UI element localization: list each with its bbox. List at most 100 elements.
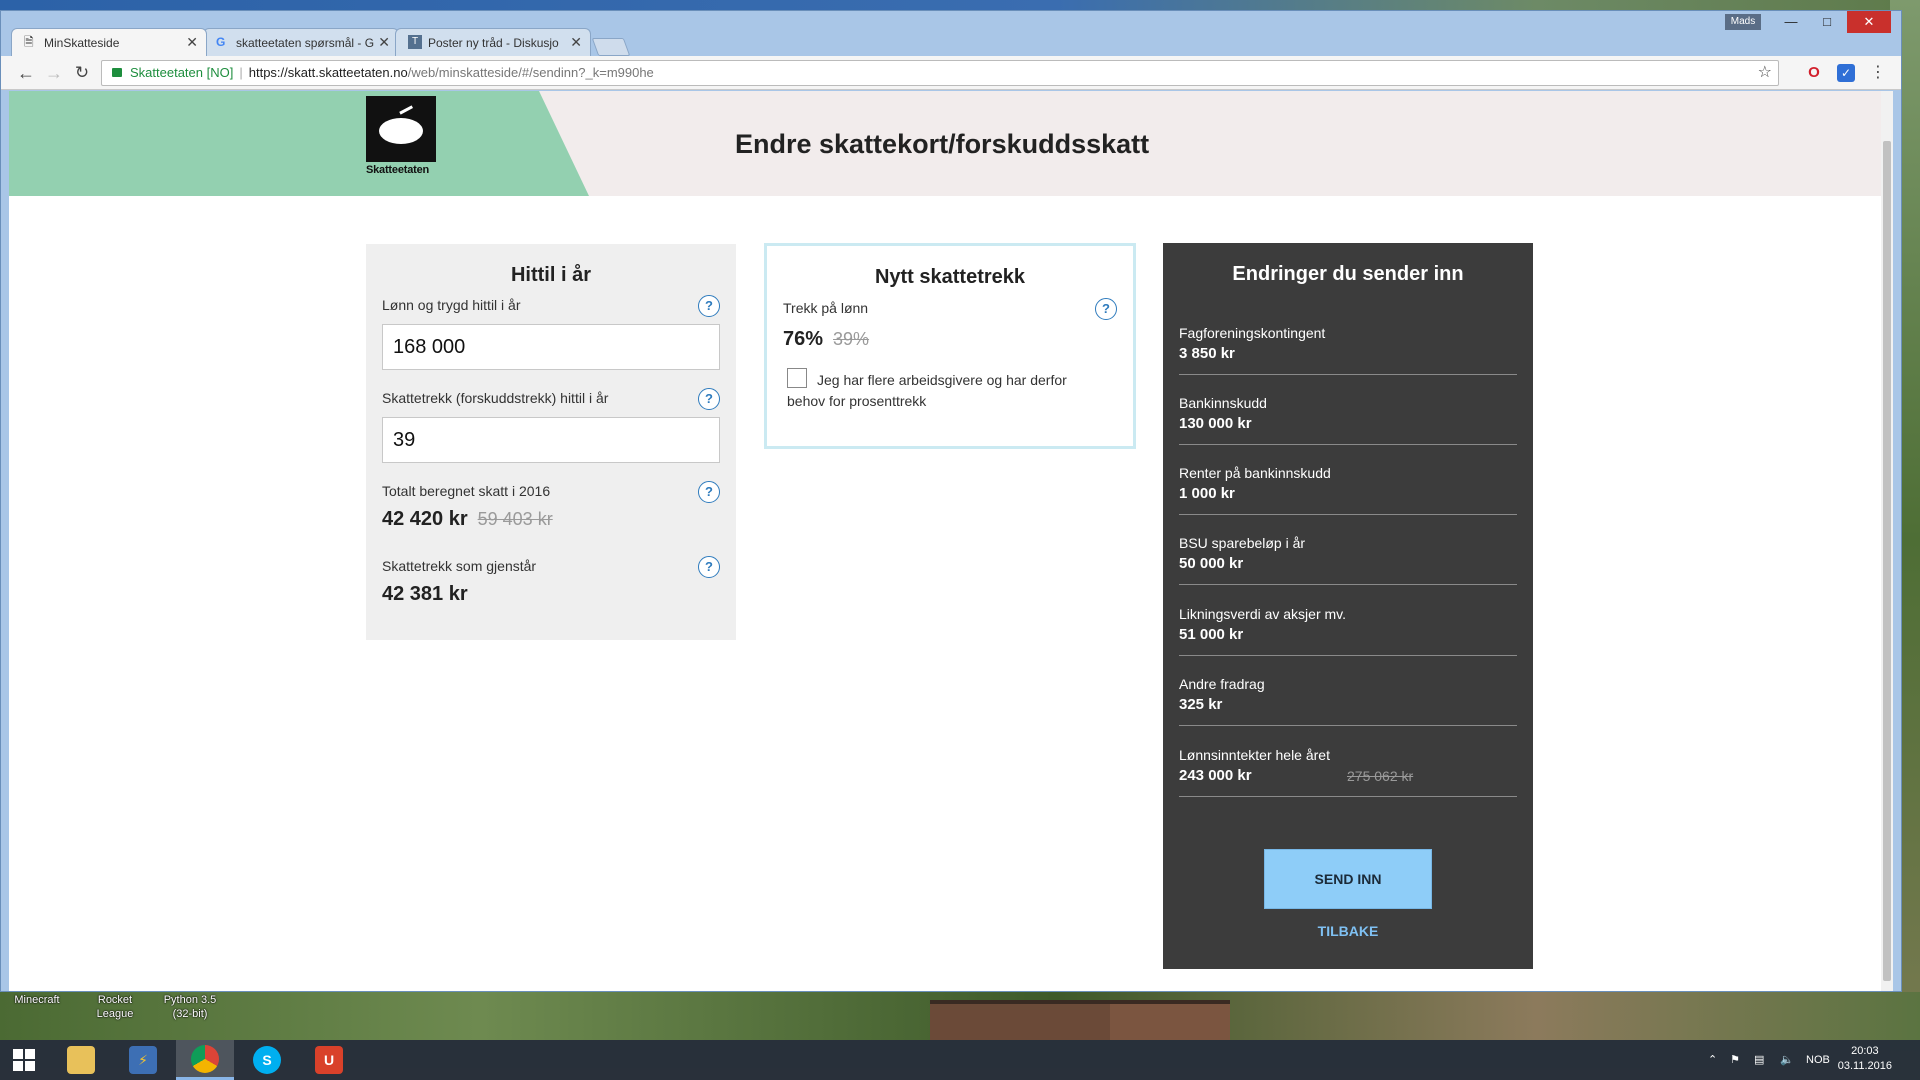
taskbar-file-explorer[interactable] <box>52 1040 110 1080</box>
trekk-new: 76% <box>783 328 824 350</box>
total-tax-value: 42 420 kr 59 403 kr <box>382 508 553 531</box>
change-item: Lønnsinntekter hele året 243 000 kr 275 … <box>1179 747 1517 797</box>
close-icon[interactable]: ✕ <box>570 34 582 51</box>
change-item: Renter på bankinnskudd 1 000 kr <box>1179 465 1517 515</box>
profile-button[interactable]: Mads <box>1725 14 1761 30</box>
chrome-icon <box>191 1044 219 1073</box>
remaining-value: 42 381 kr <box>382 583 468 605</box>
address-bar[interactable]: Skatteetaten [NO] | https://skatt.skatteet… <box>101 60 1779 86</box>
minimize-button[interactable]: — <box>1773 11 1809 33</box>
change-value: 51 000 kr <box>1179 626 1244 643</box>
tab-diskusjon[interactable]: T Poster ny tråd - Diskusjo ✕ <box>395 28 591 56</box>
header-banner: Skatteetaten Endre skattekort/forskuddss… <box>9 91 1881 196</box>
flag-icon[interactable]: ⚑ <box>1730 1040 1740 1080</box>
language-indicator[interactable]: NOB <box>1806 1040 1830 1080</box>
secure-origin-label: Skatteetaten [NO] <box>130 65 234 80</box>
withheld-input[interactable]: 39 <box>382 417 720 463</box>
endringer-panel: Endringer du sender inn Fagforeningskont… <box>1163 243 1533 969</box>
help-icon[interactable]: ? <box>698 295 720 317</box>
taskbar-chrome[interactable] <box>176 1040 234 1080</box>
remaining-label: Skattetrekk som gjenstår <box>382 558 537 574</box>
logo-mark-icon <box>379 118 423 144</box>
desktop-icon-rocket-league[interactable]: Rocket League <box>80 993 150 1021</box>
clock-date: 03.11.2016 <box>1837 1060 1892 1072</box>
browser-window: Mads — □ ✕ 🗎 MinSkatteside ✕ G skatteeta… <box>0 10 1902 992</box>
logo-text: Skatteetaten <box>366 164 430 176</box>
taskbar-app-red[interactable]: U <box>300 1040 358 1080</box>
multiple-employers-label: Jeg har flere arbeidsgivere og har derfo… <box>787 372 1067 409</box>
analytics-extension-icon[interactable]: ✓ <box>1837 64 1855 82</box>
separator: | <box>239 65 243 80</box>
google-icon: G <box>216 35 226 49</box>
clock[interactable]: 20:03 03.11.2016 <box>1838 1044 1892 1074</box>
maximize-button[interactable]: □ <box>1809 11 1845 33</box>
change-item: Likningsverdi av aksjer mv. 51 000 kr <box>1179 606 1517 656</box>
change-label: BSU sparebeløp i år <box>1179 535 1306 551</box>
page-scrollbar[interactable] <box>1881 91 1893 991</box>
new-tab-button[interactable] <box>591 38 631 56</box>
endringer-title: Endringer du sender inn <box>1232 263 1464 285</box>
tray-chevron-icon[interactable]: ⌃ <box>1708 1040 1717 1080</box>
taskbar-skype[interactable]: S <box>238 1040 296 1080</box>
trekk-value: 76% 39% <box>783 328 869 351</box>
desktop-icon-python[interactable]: Python 3.5 (32-bit) <box>155 993 225 1021</box>
taskbar-app[interactable]: ⚡ <box>114 1040 172 1080</box>
tab-google-search[interactable]: G skatteetaten spørsmål - G ✕ <box>203 28 399 56</box>
forward-arrow-icon[interactable]: → <box>43 62 65 84</box>
tab-strip: 🗎 MinSkatteside ✕ G skatteetaten spørsmå… <box>11 28 631 56</box>
tab-minskatteside[interactable]: 🗎 MinSkatteside ✕ <box>11 28 207 56</box>
title-bar: Mads — □ ✕ 🗎 MinSkatteside ✕ G skatteeta… <box>1 11 1901 56</box>
salary-label: Lønn og trygd hittil i år <box>382 297 521 313</box>
bookmark-star-icon[interactable]: ☆ <box>1758 61 1772 85</box>
help-icon[interactable]: ? <box>698 388 720 410</box>
forum-icon: T <box>408 35 422 49</box>
tab-title: skatteetaten spørsmål - G <box>236 36 375 50</box>
change-old-value: 275 062 kr <box>1347 768 1414 784</box>
url-host: https://skatt.skatteetaten.no <box>248 65 408 80</box>
tab-title: Poster ny tråd - Diskusjo <box>428 36 559 50</box>
back-arrow-icon[interactable]: ← <box>15 62 37 84</box>
help-icon[interactable]: ? <box>698 481 720 503</box>
shield-icon: U <box>315 1046 343 1074</box>
close-window-button[interactable]: ✕ <box>1847 11 1891 33</box>
wallpaper-cabin <box>1110 1000 1230 1040</box>
tilbake-link[interactable]: TILBAKE <box>1163 923 1533 939</box>
web-page: Skatteetaten Endre skattekort/forskuddss… <box>9 91 1893 991</box>
scrollbar-thumb[interactable] <box>1883 141 1891 981</box>
windows-start-icon[interactable] <box>0 1040 48 1080</box>
change-label: Andre fradrag <box>1179 676 1265 692</box>
close-icon[interactable]: ✕ <box>186 34 198 51</box>
desktop-icon-minecraft[interactable]: Minecraft <box>2 993 72 1007</box>
lock-icon <box>112 68 122 77</box>
trekk-label: Trekk på lønn <box>783 300 869 316</box>
hittil-title: Hittil i år <box>510 264 591 286</box>
salary-input[interactable]: 168 000 <box>382 324 720 370</box>
url-path: /web/minskatteside/#/sendinn?_k=m990he <box>407 65 654 80</box>
send-inn-button[interactable]: SEND INN <box>1264 849 1432 909</box>
page-title: Endre skattekort/forskuddsskatt <box>735 129 1150 159</box>
change-value: 3 850 kr <box>1179 345 1235 362</box>
nytt-title: Nytt skattetrekk <box>874 266 1026 288</box>
volume-icon[interactable]: 🔈 <box>1780 1040 1794 1080</box>
change-label: Likningsverdi av aksjer mv. <box>1179 606 1347 622</box>
menu-kebab-icon[interactable]: ⋮ <box>1869 64 1887 82</box>
reload-icon[interactable]: ↻ <box>71 62 93 84</box>
network-icon[interactable]: ▤ <box>1754 1040 1764 1080</box>
change-label: Lønnsinntekter hele året <box>1179 747 1330 763</box>
wallpaper-cabin <box>930 1000 1130 1040</box>
total-tax-old: 59 403 kr <box>477 509 553 529</box>
change-item: Bankinnskudd 130 000 kr <box>1179 395 1517 445</box>
skype-icon: S <box>253 1046 281 1074</box>
taskbar: ⚡ S U ⌃ ⚑ ▤ 🔈 NOB 20:03 03.11.2016 <box>0 1040 1920 1080</box>
nytt-panel: Nytt skattetrekk Trekk på lønn ? 76% 39% … <box>764 243 1136 449</box>
close-icon[interactable]: ✕ <box>378 34 390 51</box>
banner-green-shape <box>9 91 589 196</box>
app-icon: ⚡ <box>129 1046 157 1074</box>
help-icon[interactable]: ? <box>698 556 720 578</box>
help-icon[interactable]: ? <box>1095 298 1117 320</box>
change-item: BSU sparebeløp i år 50 000 kr <box>1179 535 1517 585</box>
clock-time: 20:03 <box>1851 1045 1879 1057</box>
opera-extension-icon[interactable]: O <box>1805 64 1823 82</box>
change-label: Renter på bankinnskudd <box>1179 465 1331 481</box>
skatteetaten-logo[interactable] <box>366 96 436 162</box>
